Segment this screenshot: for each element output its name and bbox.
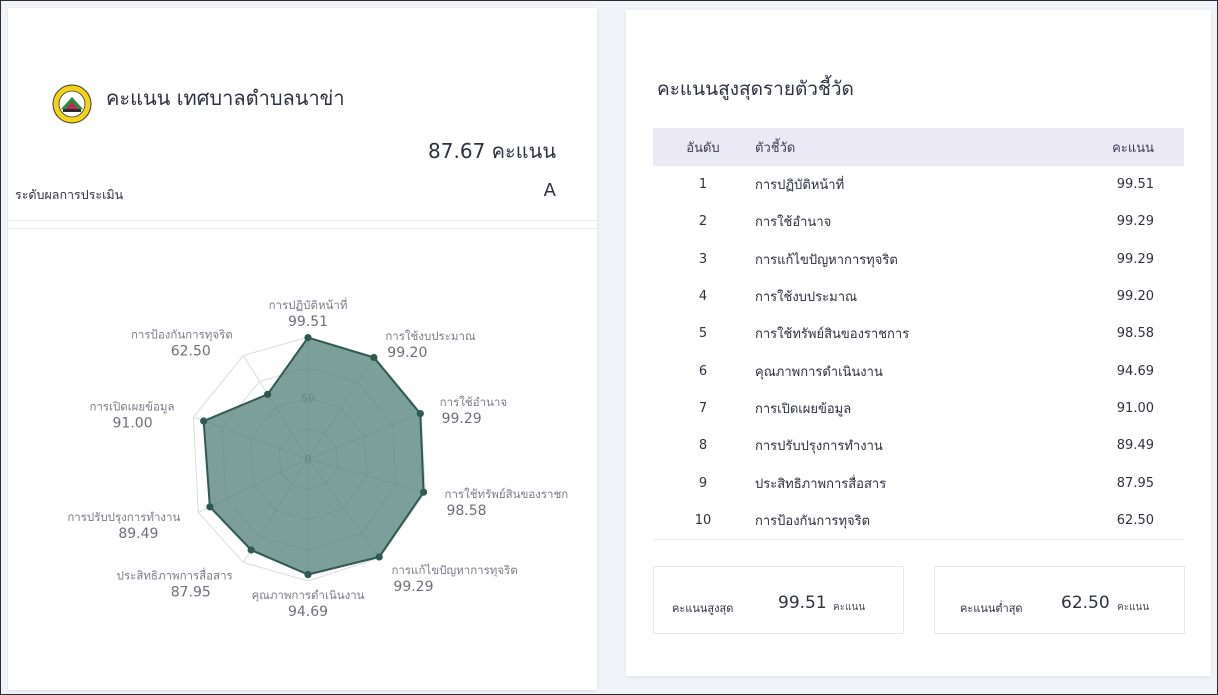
min-score-box: คะแนนต่ำสุด 62.50 คะแนน <box>934 566 1185 634</box>
radar-value-label: 99.20 <box>387 345 427 361</box>
rank-cell: 6 <box>698 363 708 379</box>
indicators-table: อันดับ ตัวชี้วัด คะแนน 1 การปฏิบัติหน้าที… <box>653 128 1184 540</box>
indicator-cell: การปฏิบัติหน้าที่ <box>755 178 845 194</box>
rank-cell: 5 <box>698 326 708 342</box>
radar-value-label: 99.29 <box>393 579 433 595</box>
table-row: 1 การปฏิบัติหน้าที่ 99.51 <box>653 166 1184 203</box>
radar-value-label: 99.51 <box>288 314 328 330</box>
radar-category-label: การเปิดเผยข้อมูล <box>89 399 174 413</box>
radar-point <box>247 546 255 554</box>
table-row: 5 การใช้ทรัพย์สินของราชการ 98.58 <box>653 315 1184 352</box>
indicator-cell: การแก้ไขปัญหาการทุจริต <box>755 252 898 268</box>
section-divider <box>8 220 597 221</box>
score-cell: 87.95 <box>1116 475 1154 491</box>
top-indicators-card: คะแนนสูงสุดรายตัวชี้วัด อันดับ ตัวชี้วัด… <box>626 10 1211 676</box>
table-row: 10 การป้องกันการทุจริต 62.50 <box>653 502 1184 540</box>
indicator-cell: การใช้อำนาจ <box>755 215 832 231</box>
indicator-cell: การเปิดเผยข้อมูล <box>755 401 852 417</box>
section-divider <box>8 228 597 229</box>
table-row: 8 การปรับปรุงการทำงาน 89.49 <box>653 427 1184 464</box>
radar-category-label: คุณภาพการดำเนินงาน <box>251 588 364 602</box>
rank-cell: 2 <box>698 214 708 230</box>
score-cell: 94.69 <box>1116 363 1154 379</box>
table-row: 2 การใช้อำนาจ 99.29 <box>653 203 1184 240</box>
level-label: ระดับผลการประเมิน <box>15 187 124 202</box>
column-header-indicator: ตัวชี้วัด <box>753 128 1014 166</box>
table-header-row: อันดับ ตัวชี้วัด คะแนน <box>653 128 1184 166</box>
municipality-seal-icon <box>52 84 92 124</box>
radar-point <box>263 390 272 398</box>
indicator-cell: การใช้ทรัพย์สินของราชการ <box>755 327 910 343</box>
radar-point <box>206 503 214 511</box>
radar-point <box>375 553 383 561</box>
radar-point <box>370 353 378 362</box>
min-score-label: คะแนนต่ำสุด <box>960 602 1023 615</box>
radar-category-label: การปรับปรุงการทำงาน <box>67 510 180 524</box>
radar-value-label: 99.29 <box>442 411 482 427</box>
total-score: 87.67 คะแนน <box>428 139 556 163</box>
radar-value-label: 94.69 <box>288 604 328 620</box>
score-cell: 98.58 <box>1116 326 1154 342</box>
radar-category-label: การใช้ทรัพย์สินของราชก <box>444 487 568 501</box>
rank-cell: 8 <box>698 438 708 454</box>
min-score-value: 62.50 <box>1061 593 1110 613</box>
table-row: 6 คุณภาพการดำเนินงาน 94.69 <box>653 352 1184 389</box>
indicator-cell: คุณภาพการดำเนินงาน <box>755 364 883 380</box>
radar-chart: 050การปฏิบัติหน้าที่99.51การใช้งบประมาณ9… <box>67 297 568 620</box>
column-header-rank: อันดับ <box>653 128 753 166</box>
radar-category-label: การป้องกันการทุจริต <box>131 328 233 342</box>
radar-value-label: 91.00 <box>113 415 153 431</box>
indicator-cell: การใช้งบประมาณ <box>755 290 858 306</box>
score-cell: 99.20 <box>1116 289 1154 305</box>
indicator-cell: ประสิทธิภาพการสื่อสาร <box>755 476 887 492</box>
score-cell: 89.49 <box>1116 438 1154 454</box>
rank-cell: 1 <box>698 177 708 193</box>
radar-value-label: 98.58 <box>446 503 486 519</box>
radar-point <box>420 488 428 496</box>
score-cell: 62.50 <box>1116 512 1154 528</box>
indicators-title: คะแนนสูงสุดรายตัวชี้วัด <box>657 78 854 100</box>
indicator-cell: การปรับปรุงการทำงาน <box>755 439 883 455</box>
column-header-score: คะแนน <box>1014 128 1184 166</box>
radar-point <box>200 417 208 425</box>
score-cell: 99.29 <box>1116 214 1154 230</box>
min-score-unit: คะแนน <box>1117 602 1150 613</box>
table-row: 7 การเปิดเผยข้อมูล 91.00 <box>653 390 1184 427</box>
rank-cell: 7 <box>698 400 708 416</box>
radar-category-label: ประสิทธิภาพการสื่อสาร <box>117 567 233 582</box>
max-score-unit: คะแนน <box>833 602 866 613</box>
rank-cell: 3 <box>698 251 708 267</box>
score-cell: 91.00 <box>1116 400 1154 416</box>
table-row: 4 การใช้งบประมาณ 99.20 <box>653 278 1184 315</box>
indicator-cell: การป้องกันการทุจริต <box>755 513 871 529</box>
radar-value-label: 89.49 <box>118 526 158 542</box>
table-row: 9 ประสิทธิภาพการสื่อสาร 87.95 <box>653 464 1184 501</box>
radar-value-label: 62.50 <box>171 344 211 360</box>
max-score-value: 99.51 <box>778 593 827 613</box>
score-cell: 99.29 <box>1116 251 1154 267</box>
max-score-label: คะแนนสูงสุด <box>672 602 734 615</box>
radar-category-label: การแก้ไขปัญหาการทุจริต <box>391 563 517 577</box>
max-score-box: คะแนนสูงสุด 99.51 คะแนน <box>653 566 904 634</box>
rank-cell: 10 <box>694 512 712 528</box>
radar-category-label: การใช้งบประมาณ <box>385 329 476 343</box>
score-summary-card: คะแนน เทศบาลตำบลนาข่า 87.67 คะแนน ระดับผ… <box>8 8 597 690</box>
radar-category-label: การปฏิบัติหน้าที่ <box>269 297 348 312</box>
radar-point <box>416 410 424 418</box>
radar-series-area <box>202 336 425 576</box>
rank-cell: 9 <box>698 475 708 491</box>
table-body: 1 การปฏิบัติหน้าที่ 99.51 2 การใช้อำนาจ 99.29… <box>653 166 1184 540</box>
radar-point <box>304 333 312 342</box>
radar-category-label: การใช้อำนาจ <box>440 395 507 409</box>
level-value: A <box>543 180 556 201</box>
radar-point <box>304 570 312 579</box>
rank-cell: 4 <box>698 289 708 305</box>
radar-value-label: 87.95 <box>171 584 211 600</box>
page-title: คะแนน เทศบาลตำบลนาข่า <box>106 86 345 110</box>
score-cell: 99.51 <box>1116 177 1154 193</box>
table-row: 3 การแก้ไขปัญหาการทุจริต 99.29 <box>653 241 1184 278</box>
